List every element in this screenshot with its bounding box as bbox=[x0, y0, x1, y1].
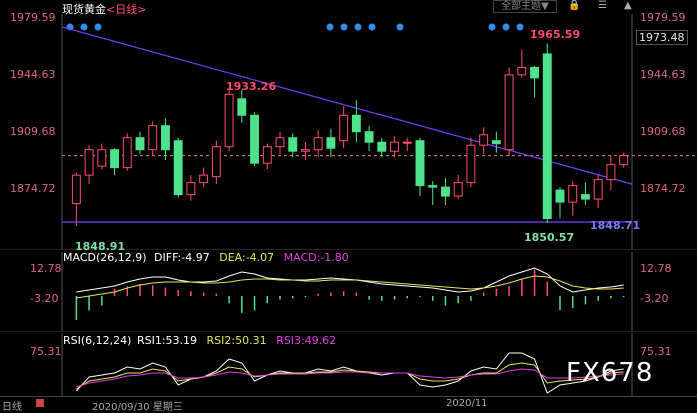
candle-body bbox=[148, 125, 158, 151]
left-axis-tick: 1909.68 bbox=[10, 125, 56, 138]
rsi-axis-tick: 75.31 bbox=[30, 345, 62, 358]
candle-body bbox=[110, 149, 119, 169]
candle-body bbox=[339, 114, 349, 142]
candle-body bbox=[581, 194, 590, 200]
candle-body bbox=[97, 149, 107, 167]
candle-body bbox=[199, 174, 209, 184]
macd-axis-tick-right: 12.78 bbox=[640, 262, 672, 275]
candle-body bbox=[568, 185, 578, 203]
candle-body bbox=[593, 179, 603, 200]
candle-body bbox=[517, 66, 527, 76]
signal-dot bbox=[368, 23, 376, 31]
candle-body bbox=[122, 137, 132, 169]
candle-body bbox=[428, 185, 438, 188]
candle-body bbox=[441, 186, 450, 197]
price-chart[interactable] bbox=[0, 0, 697, 250]
right-axis-tick: 1944.63 bbox=[640, 68, 686, 81]
signal-dot bbox=[340, 23, 348, 31]
candle-body bbox=[491, 140, 501, 145]
candle-body bbox=[377, 141, 387, 152]
rsi2-line bbox=[76, 362, 624, 390]
candle-body bbox=[135, 137, 145, 151]
candle-body bbox=[301, 149, 310, 152]
candle-body bbox=[186, 182, 196, 196]
candle-body bbox=[71, 174, 81, 205]
candle-body bbox=[402, 141, 412, 144]
mid-high-price-label: 1933.26 bbox=[226, 80, 277, 93]
period-corner-label[interactable]: 日线 bbox=[2, 398, 22, 413]
macd-axis-tick-right: -3.20 bbox=[640, 292, 669, 305]
candle-body bbox=[351, 114, 361, 133]
signal-dot bbox=[354, 23, 362, 31]
current-price-label: 1973.48 bbox=[636, 30, 688, 45]
signal-dot bbox=[80, 23, 88, 31]
candle-body bbox=[415, 140, 425, 187]
right-axis-tick: 1874.72 bbox=[640, 182, 686, 195]
candle-body bbox=[542, 53, 552, 220]
candle-body bbox=[237, 98, 247, 116]
candle-body bbox=[530, 66, 539, 79]
support-line-label: 1848.71 bbox=[590, 219, 641, 232]
candle-body bbox=[288, 137, 298, 152]
candle-body bbox=[262, 146, 272, 164]
candle-body bbox=[250, 114, 259, 164]
watermark-logo: FX678 bbox=[566, 358, 654, 388]
candle-body bbox=[161, 125, 170, 151]
macd-axis-tick: 12.78 bbox=[30, 262, 62, 275]
period-indicator-icon bbox=[36, 399, 44, 407]
candle-body bbox=[619, 155, 629, 166]
candle-body bbox=[479, 134, 489, 146]
candle-body bbox=[326, 137, 336, 149]
right-axis-tick: 1909.68 bbox=[640, 125, 686, 138]
candle-body bbox=[224, 93, 234, 148]
left-axis-tick: 1979.59 bbox=[10, 11, 56, 24]
right-axis-tick: 1979.59 bbox=[640, 11, 686, 24]
signal-dot bbox=[396, 23, 404, 31]
signal-dot bbox=[94, 23, 102, 31]
cursor-date-label: 2020/09/30 星期三 bbox=[92, 402, 183, 413]
left-axis-tick: 1944.63 bbox=[10, 68, 56, 81]
signal-dot bbox=[488, 23, 496, 31]
left-axis-tick: 1874.72 bbox=[10, 182, 56, 195]
candle-body bbox=[606, 164, 616, 181]
month-axis-label: 2020/11 bbox=[446, 398, 488, 409]
signal-dot bbox=[326, 23, 334, 31]
macd-axis-tick: -3.20 bbox=[30, 292, 59, 305]
candle-body bbox=[313, 137, 323, 151]
candle-body bbox=[275, 137, 285, 148]
candle-body bbox=[173, 140, 183, 196]
candle-body bbox=[84, 149, 94, 176]
low-price-label-mid: 1850.57 bbox=[524, 231, 575, 244]
candle-body bbox=[466, 144, 476, 184]
candle-body bbox=[211, 146, 221, 178]
candle-body bbox=[504, 74, 514, 151]
candle-body bbox=[390, 141, 399, 152]
candle-body bbox=[453, 182, 463, 197]
signal-dot bbox=[516, 23, 524, 31]
signal-dot bbox=[502, 23, 510, 31]
candle-body bbox=[364, 131, 374, 143]
high-price-label: 1965.59 bbox=[530, 28, 581, 41]
candle-body bbox=[555, 189, 565, 203]
macd-chart[interactable] bbox=[0, 252, 697, 332]
rsi-axis-tick-right: 75.31 bbox=[640, 345, 672, 358]
